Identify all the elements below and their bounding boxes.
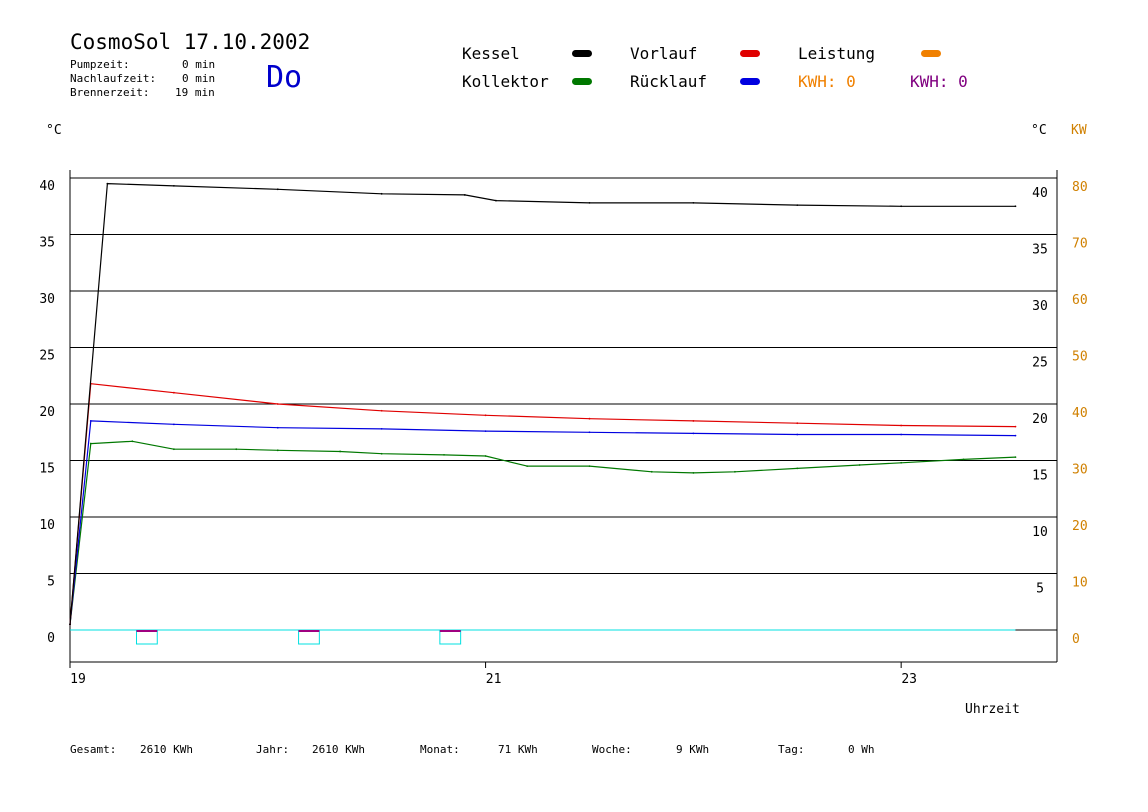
data-point-kollektor-7 (380, 452, 383, 455)
footer-value-gesamt: 2610 KWh (140, 743, 193, 756)
y-tick-label-40: 40 (39, 179, 55, 194)
series-line-kollektor (69, 440, 1016, 625)
data-point-vorlauf-5 (484, 414, 487, 417)
footer-value-tag: 0 Wh (848, 743, 875, 756)
data-point-rücklauf-8 (796, 433, 799, 436)
y2-tick-label-80: 80 (1072, 180, 1088, 195)
data-point-rücklauf-9 (900, 433, 903, 436)
y-right-tick-label-10: 10 (1032, 525, 1048, 540)
data-point-kessel-6 (495, 199, 497, 202)
brenner-pulse-1 (298, 629, 320, 645)
y-right-tick-label-15: 15 (1032, 469, 1048, 484)
y-right-tick-label-5: 5 (1036, 582, 1044, 597)
data-point-kessel-4 (380, 192, 383, 195)
data-point-kessel-1 (106, 182, 109, 185)
data-point-kessel-0 (69, 623, 71, 626)
data-point-kessel-5 (463, 194, 466, 196)
data-point-kollektor-15 (796, 467, 799, 470)
y-tick-label-5: 5 (47, 575, 55, 590)
y2-tick-label-10: 10 (1072, 576, 1088, 591)
data-point-kollektor-19 (1014, 456, 1017, 459)
footer-value-jahr: 2610 KWh (312, 743, 365, 756)
y2-tick-label-50: 50 (1072, 350, 1088, 365)
data-point-kollektor-18 (962, 458, 965, 461)
y-right-tick-label-25: 25 (1032, 356, 1048, 371)
y-right-tick-label-20: 20 (1032, 412, 1048, 427)
data-point-kollektor-5 (276, 449, 279, 452)
data-point-kessel-3 (276, 188, 279, 191)
data-point-kollektor-10 (526, 465, 529, 468)
footer-label-gesamt: Gesamt: (70, 743, 117, 756)
data-point-kessel-11 (1014, 205, 1017, 208)
y-tick-label-25: 25 (39, 349, 55, 364)
y2-tick-label-60: 60 (1072, 293, 1088, 308)
data-point-kollektor-2 (131, 440, 134, 443)
data-point-kollektor-14 (734, 470, 736, 473)
x-tick-label-23: 23 (901, 672, 917, 687)
y-right-tick-label-35: 35 (1032, 243, 1048, 258)
data-point-vorlauf-10 (1014, 425, 1017, 428)
y-tick-label-30: 30 (39, 292, 55, 307)
data-point-kessel-9 (796, 204, 799, 207)
data-point-kollektor-16 (858, 464, 861, 466)
footer-value-monat: 71 KWh (498, 743, 538, 756)
data-point-kollektor-8 (443, 453, 445, 456)
footer-label-jahr: Jahr: (256, 743, 290, 756)
data-point-rücklauf-7 (692, 432, 695, 435)
data-point-kollektor-12 (650, 470, 653, 473)
data-point-kessel-10 (900, 205, 903, 208)
data-point-kollektor-4 (235, 448, 238, 451)
data-point-kollektor-9 (484, 455, 487, 457)
data-point-kollektor-11 (588, 465, 591, 468)
data-point-kollektor-17 (900, 461, 903, 464)
data-point-kessel-7 (588, 201, 591, 204)
footer-label-monat: Monat: (420, 743, 460, 756)
data-point-rücklauf-1 (89, 420, 92, 422)
footer-label-tag: Tag: (778, 743, 805, 756)
y2-tick-label-40: 40 (1072, 406, 1088, 421)
data-point-rücklauf-4 (380, 427, 383, 430)
footer-label-woche: Woche: (592, 743, 632, 756)
data-point-vorlauf-7 (692, 420, 695, 422)
x-tick-label-21: 21 (486, 672, 502, 687)
y2-tick-label-70: 70 (1072, 237, 1088, 252)
data-point-rücklauf-2 (172, 423, 175, 426)
x-tick-label-19: 19 (70, 672, 86, 687)
series-line-vorlauf (69, 383, 1016, 625)
y-tick-label-20: 20 (39, 405, 55, 420)
temperature-chart: 0 5 10 15 20 25 30 35 40 5 10 15 20 25 30 35 40 0 10 20 30 40… (39, 170, 1088, 687)
y-tick-label-10: 10 (39, 518, 55, 533)
data-point-kessel-8 (692, 201, 695, 204)
data-point-rücklauf-5 (484, 430, 487, 433)
data-point-vorlauf-4 (380, 409, 383, 412)
data-point-kollektor-13 (692, 472, 695, 474)
y2-tick-label-0: 0 (1072, 632, 1080, 647)
y-right-tick-label-30: 30 (1032, 299, 1048, 314)
series-line-rücklauf (69, 420, 1016, 625)
brenner-pulse-2 (439, 629, 462, 645)
data-point-rücklauf-3 (276, 426, 279, 429)
data-point-vorlauf-8 (796, 422, 799, 425)
data-point-kollektor-1 (89, 442, 92, 445)
brenner-pulse-0 (135, 629, 158, 645)
y-right-tick-label-40: 40 (1032, 186, 1048, 201)
y2-tick-label-20: 20 (1072, 519, 1088, 534)
data-point-kollektor-6 (339, 450, 342, 453)
data-point-vorlauf-9 (900, 424, 903, 427)
y-tick-label-35: 35 (39, 236, 55, 251)
footer-value-woche: 9 KWh (676, 743, 710, 756)
data-point-vorlauf-6 (588, 417, 591, 420)
y-tick-label-15: 15 (39, 462, 55, 477)
data-point-vorlauf-2 (172, 391, 175, 394)
y2-tick-label-30: 30 (1072, 463, 1088, 478)
data-point-rücklauf-6 (588, 431, 591, 434)
data-point-rücklauf-10 (1014, 434, 1017, 437)
data-point-kessel-2 (172, 185, 175, 187)
data-point-kollektor-3 (172, 448, 175, 451)
y-tick-label-0: 0 (47, 631, 55, 646)
data-point-vorlauf-3 (276, 403, 279, 405)
